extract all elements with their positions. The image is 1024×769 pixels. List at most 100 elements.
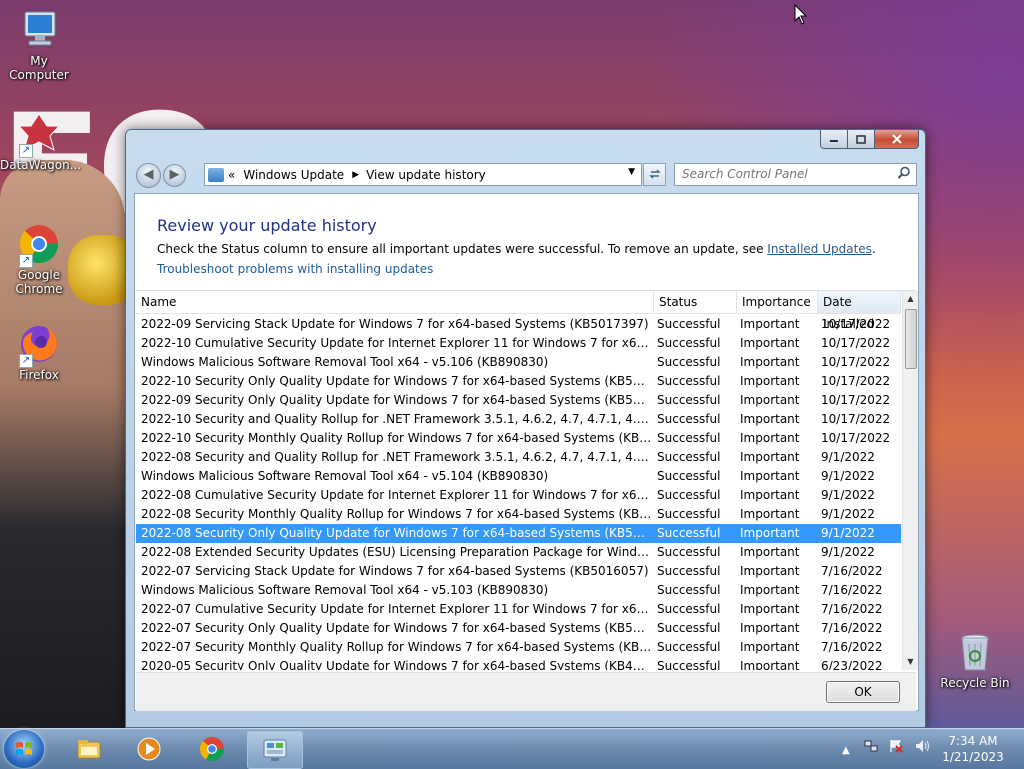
column-header-name[interactable]: Name — [136, 291, 654, 313]
update-status-cell: Successful — [657, 374, 721, 388]
update-importance-cell: Important — [740, 583, 800, 597]
troubleshoot-link[interactable]: Troubleshoot problems with installing up… — [157, 262, 433, 276]
vertical-scrollbar[interactable]: ▲ ▼ — [902, 291, 918, 670]
close-button[interactable] — [875, 130, 919, 149]
update-date-cell: 7/16/2022 — [821, 602, 883, 616]
close-icon — [891, 134, 902, 144]
desktop-icon-label: Firefox — [19, 368, 59, 382]
update-importance-cell: Important — [740, 431, 800, 445]
shortcut-arrow-icon: ↗ — [19, 144, 33, 158]
desktop-icon-firefox[interactable]: ↗ Firefox — [0, 322, 78, 382]
column-header-date-installed[interactable]: Date Installed — [818, 291, 901, 331]
table-row[interactable]: 2022-08 Security Only Quality Update for… — [136, 524, 901, 543]
table-row[interactable]: 2022-09 Servicing Stack Update for Windo… — [136, 315, 901, 334]
table-row[interactable]: 2022-08 Security Monthly Quality Rollup … — [136, 505, 901, 524]
scroll-down-icon[interactable]: ▼ — [903, 654, 918, 670]
search-icon[interactable] — [897, 166, 911, 180]
update-status-cell: Successful — [657, 621, 721, 635]
taskbar-windows-explorer[interactable] — [62, 731, 116, 767]
breadcrumb-separator-icon[interactable]: ▶ — [352, 170, 359, 180]
breadcrumb-view-update-history[interactable]: View update history — [366, 168, 486, 182]
ok-button[interactable]: OK — [826, 681, 900, 703]
table-row[interactable]: 2022-07 Security Monthly Quality Rollup … — [136, 638, 901, 657]
table-row[interactable]: Windows Malicious Software Removal Tool … — [136, 467, 901, 486]
update-name-cell: 2022-08 Security and Quality Rollup for … — [141, 450, 652, 464]
network-icon[interactable] — [864, 740, 882, 756]
shortcut-arrow-icon: ↗ — [19, 354, 33, 368]
desktop-icon-label: DataWagon... — [0, 158, 82, 172]
table-row[interactable]: 2022-08 Security and Quality Rollup for … — [136, 448, 901, 467]
table-row[interactable]: Windows Malicious Software Removal Tool … — [136, 581, 901, 600]
table-row[interactable]: 2020-05 Security Only Quality Update for… — [136, 657, 901, 670]
desktop-icon-label: My Computer — [9, 54, 69, 82]
taskbar-media-player[interactable] — [122, 731, 176, 767]
show-hidden-icons-icon[interactable]: ▲ — [842, 745, 850, 756]
column-header-importance[interactable]: Importance — [737, 291, 818, 313]
table-row[interactable]: 2022-07 Cumulative Security Update for I… — [136, 600, 901, 619]
table-row[interactable]: 2022-09 Security Only Quality Update for… — [136, 391, 901, 410]
refresh-button[interactable] — [643, 163, 666, 186]
table-row[interactable]: 2022-08 Extended Security Updates (ESU) … — [136, 543, 901, 562]
update-importance-cell: Important — [740, 507, 800, 521]
update-status-cell: Successful — [657, 583, 721, 597]
table-row[interactable]: 2022-07 Security Only Quality Update for… — [136, 619, 901, 638]
update-name-cell: 2022-10 Security Only Quality Update for… — [141, 374, 652, 388]
firefox-icon: ↗ — [17, 322, 61, 368]
scroll-up-icon[interactable]: ▲ — [903, 291, 918, 307]
update-date-cell: 7/16/2022 — [821, 583, 883, 597]
desktop-icon-my-computer[interactable]: My Computer — [0, 8, 78, 82]
table-row[interactable]: 2022-10 Cumulative Security Update for I… — [136, 334, 901, 353]
update-status-cell: Successful — [657, 317, 721, 331]
taskbar-clock[interactable]: 7:34 AM 1/21/2023 — [930, 733, 1016, 765]
recycle-bin-icon — [953, 630, 997, 674]
update-name-cell: 2022-07 Servicing Stack Update for Windo… — [141, 564, 649, 578]
installed-updates-link[interactable]: Installed Updates — [767, 242, 872, 256]
taskbar-chrome[interactable] — [185, 731, 239, 767]
breadcrumb-windows-update[interactable]: Windows Update — [243, 168, 344, 182]
update-name-cell: 2022-10 Security Monthly Quality Rollup … — [141, 431, 652, 445]
search-box[interactable] — [674, 163, 917, 186]
table-row[interactable]: 2022-07 Servicing Stack Update for Windo… — [136, 562, 901, 581]
column-header-status[interactable]: Status — [654, 291, 737, 313]
clock-time: 7:34 AM — [948, 734, 998, 748]
address-dropdown-icon[interactable]: ▼ — [628, 167, 635, 177]
update-status-cell: Successful — [657, 507, 721, 521]
chrome-icon: ↗ — [17, 222, 61, 268]
back-button[interactable]: ◀ — [136, 163, 161, 188]
action-center-flag-icon[interactable] — [889, 740, 907, 756]
update-status-cell: Successful — [657, 355, 721, 369]
address-bar[interactable]: « Windows Update ▶ View update history ▼ — [204, 163, 642, 186]
start-button[interactable] — [4, 730, 44, 768]
taskbar-control-panel[interactable] — [247, 731, 303, 769]
computer-icon — [17, 8, 61, 52]
forward-arrow-icon: ▶ — [169, 167, 180, 182]
media-player-icon — [137, 737, 161, 761]
scrollbar-thumb[interactable] — [905, 309, 917, 369]
table-row[interactable]: 2022-10 Security Only Quality Update for… — [136, 372, 901, 391]
update-date-cell: 6/23/2022 — [821, 659, 883, 670]
update-status-cell: Successful — [657, 659, 721, 670]
update-status-cell: Successful — [657, 450, 721, 464]
update-name-cell: 2022-08 Security Monthly Quality Rollup … — [141, 507, 652, 521]
update-status-cell: Successful — [657, 640, 721, 654]
forward-button[interactable]: ▶ — [163, 164, 186, 187]
update-name-cell: 2022-08 Extended Security Updates (ESU) … — [141, 545, 652, 559]
update-status-cell: Successful — [657, 602, 721, 616]
table-row[interactable]: 2022-10 Security and Quality Rollup for … — [136, 410, 901, 429]
update-name-cell: 2022-09 Security Only Quality Update for… — [141, 393, 652, 407]
update-importance-cell: Important — [740, 640, 800, 654]
desktop-icon-recycle-bin[interactable]: Recycle Bin — [936, 630, 1014, 690]
minimize-button[interactable] — [820, 130, 848, 149]
volume-icon[interactable] — [915, 740, 931, 756]
desktop-icon-datawagon[interactable]: ↗ DataWagon... — [0, 112, 82, 172]
control-panel-icon — [263, 739, 287, 761]
table-row[interactable]: 2022-10 Security Monthly Quality Rollup … — [136, 429, 901, 448]
table-row[interactable]: 2022-08 Cumulative Security Update for I… — [136, 486, 901, 505]
maximize-button[interactable] — [848, 130, 875, 149]
breadcrumb-overflow[interactable]: « — [228, 168, 235, 182]
table-row[interactable]: Windows Malicious Software Removal Tool … — [136, 353, 901, 372]
search-input[interactable] — [675, 164, 892, 183]
list-rows: 2022-09 Servicing Stack Update for Windo… — [136, 315, 901, 670]
desktop-icon-google-chrome[interactable]: ↗ Google Chrome — [0, 222, 78, 296]
update-importance-cell: Important — [740, 336, 800, 350]
